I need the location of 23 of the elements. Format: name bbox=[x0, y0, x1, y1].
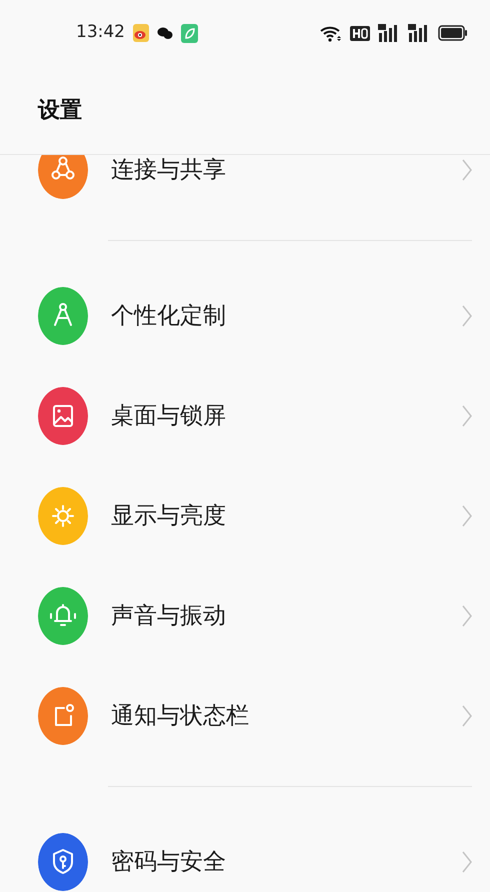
battery-icon bbox=[438, 25, 468, 41]
hd-icon bbox=[350, 26, 370, 40]
settings-item-label[interactable]: 通知与状态栏 bbox=[111, 698, 462, 734]
chevron-right-icon bbox=[462, 305, 472, 327]
chevron-right-icon bbox=[462, 605, 472, 627]
signal-icon bbox=[378, 24, 400, 42]
chevron-right-icon bbox=[462, 405, 472, 427]
settings-item-label[interactable]: 桌面与锁屏 bbox=[111, 398, 462, 434]
settings-item-label[interactable]: 连接与共享 bbox=[111, 155, 462, 188]
settings-item-label[interactable]: 密码与安全 bbox=[111, 844, 462, 880]
wifi-icon bbox=[320, 24, 342, 42]
settings-item-label[interactable]: 显示与亮度 bbox=[111, 498, 462, 534]
settings-item-label[interactable]: 声音与振动 bbox=[111, 598, 462, 634]
leaf-app-icon bbox=[181, 24, 198, 42]
chevron-right-icon bbox=[462, 159, 472, 181]
chevron-right-icon bbox=[462, 505, 472, 527]
status-time: 13:42 bbox=[76, 21, 125, 44]
page-title: 设置 bbox=[38, 96, 82, 124]
chevron-right-icon bbox=[462, 705, 472, 727]
settings-item-label[interactable]: 个性化定制 bbox=[111, 298, 462, 334]
chevron-right-icon bbox=[462, 851, 472, 873]
signal-icon bbox=[408, 24, 430, 42]
chat-icon bbox=[157, 26, 173, 40]
